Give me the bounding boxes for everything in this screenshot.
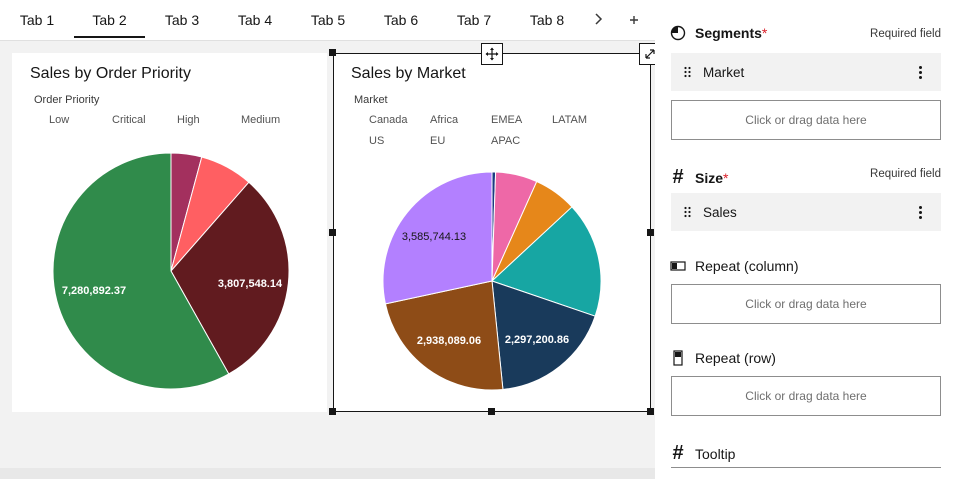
required-field-note: Required field: [870, 168, 941, 180]
pie-chart-icon: [669, 25, 687, 41]
resize-handle-w[interactable]: [329, 229, 336, 236]
horizontal-scrollbar[interactable]: [0, 468, 655, 479]
slot-header-tooltip: # Tooltip: [669, 442, 735, 465]
field-pill-label: Sales: [703, 204, 737, 220]
slot-label: Size: [695, 169, 724, 186]
plus-icon[interactable]: [622, 0, 646, 40]
slot-header-size: # Size *: [669, 166, 728, 189]
required-field-note: Required field: [870, 28, 941, 40]
resize-handle-nw[interactable]: [329, 49, 336, 56]
data-label-high: 3,807,548.14: [218, 278, 283, 290]
slot-label: Segments: [695, 25, 762, 41]
chart-card-order-priority[interactable]: Sales by Order Priority Order Priority L…: [12, 53, 327, 412]
hash-icon: #: [672, 442, 684, 464]
tab-6[interactable]: Tab 6: [371, 0, 431, 40]
field-pill-label: Market: [703, 64, 745, 80]
drag-handle-icon[interactable]: [681, 66, 693, 78]
tab-4[interactable]: Tab 4: [225, 0, 285, 40]
hash-icon: #: [672, 166, 684, 188]
drag-handle-icon[interactable]: [681, 206, 693, 218]
resize-handle-e[interactable]: [647, 229, 654, 236]
app-window: Tab 1 Tab 2 Tab 3 Tab 4 Tab 5 Tab 6 Tab …: [0, 0, 974, 479]
resize-handle-sw[interactable]: [329, 408, 336, 415]
field-pill-market[interactable]: Market: [671, 53, 941, 91]
required-star: *: [723, 169, 729, 186]
chevron-right-icon[interactable]: [586, 0, 610, 40]
slot-header-segments: Segments *: [669, 25, 767, 41]
overflow-menu-icon[interactable]: [917, 62, 923, 82]
tab-7[interactable]: Tab 7: [444, 0, 504, 40]
dropzone-segments[interactable]: Click or drag data here: [671, 100, 941, 140]
dropzone-repeat-column[interactable]: Click or drag data here: [671, 284, 941, 324]
move-icon[interactable]: [481, 43, 503, 65]
fields-panel: Segments * Required field Market Click or…: [655, 0, 974, 479]
dropzone-repeat-row[interactable]: Click or drag data here: [671, 376, 941, 416]
dropzone-tooltip[interactable]: [671, 467, 941, 479]
slot-label: Repeat (row): [695, 350, 776, 366]
slot-label: Tooltip: [695, 445, 736, 462]
field-pill-sales[interactable]: Sales: [671, 193, 941, 231]
pie-chart-order-priority: 3,807,548.14 7,280,892.37: [52, 152, 290, 390]
selection-frame: [333, 53, 651, 412]
tab-bar: Tab 1 Tab 2 Tab 3 Tab 4 Tab 5 Tab 6 Tab …: [0, 0, 655, 41]
resize-handle-se[interactable]: [647, 408, 654, 415]
slot-header-repeat-row: Repeat (row): [669, 350, 776, 366]
tab-3[interactable]: Tab 3: [152, 0, 212, 40]
tab-5[interactable]: Tab 5: [298, 0, 358, 40]
data-label-medium: 7,280,892.37: [62, 285, 126, 297]
tab-1[interactable]: Tab 1: [8, 0, 66, 40]
tab-2[interactable]: Tab 2: [74, 0, 145, 40]
required-star: *: [761, 25, 768, 41]
slot-header-repeat-column: Repeat (column): [669, 258, 799, 274]
repeat-column-icon: [669, 260, 687, 272]
slot-label: Repeat (column): [695, 258, 799, 274]
repeat-row-icon: [669, 350, 687, 366]
tab-8[interactable]: Tab 8: [517, 0, 577, 40]
resize-handle-s[interactable]: [488, 408, 495, 415]
overflow-menu-icon[interactable]: [917, 202, 923, 222]
canvas-area: Tab 1 Tab 2 Tab 3 Tab 4 Tab 5 Tab 6 Tab …: [0, 0, 659, 479]
